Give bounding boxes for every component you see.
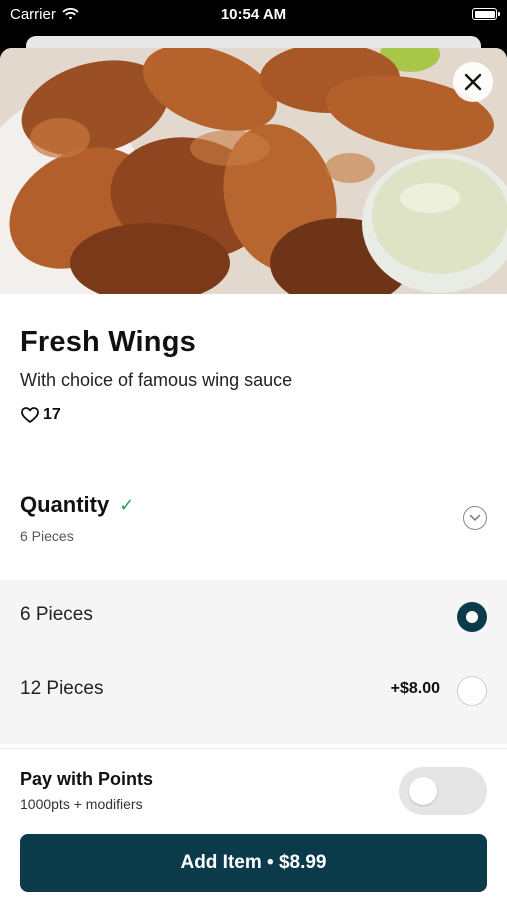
radio-selected[interactable] [457,602,487,632]
points-toggle[interactable] [399,767,487,815]
quantity-title: Quantity [20,492,110,517]
quantity-summary: 6 Pieces [20,528,74,544]
battery-icon [472,8,500,20]
add-item-button[interactable]: Add Item • $8.99 [20,834,487,892]
like-count: 17 [43,406,61,423]
option-12-pieces[interactable]: 12 Pieces +$8.00 [0,654,507,728]
radio-unselected[interactable] [457,676,487,706]
collapse-button[interactable] [463,506,487,530]
points-title: Pay with Points [20,769,154,789]
close-icon [464,73,482,91]
points-subtitle: 1000pts + modifiers [20,796,143,812]
item-description: With choice of famous wing sauce [20,370,293,390]
item-title: Fresh Wings [20,326,196,358]
like-button[interactable]: 17 [20,406,61,424]
chevron-down-icon [469,514,481,521]
item-image [0,48,507,294]
close-button[interactable] [453,62,493,102]
checkmark-icon: ✓ [119,494,135,515]
pay-with-points-section: Pay with Points 1000pts + modifiers [0,748,507,829]
quantity-options: 6 Pieces 12 Pieces +$8.00 [0,580,507,744]
quantity-header: Quantity ✓ [20,492,134,518]
option-label: 6 Pieces [20,604,93,625]
status-bar: Carrier 10:54 AM [0,0,507,30]
item-detail-sheet: Fresh Wings With choice of famous wing s… [0,48,507,900]
option-price: +$8.00 [390,680,440,697]
quantity-section: Quantity ✓ 6 Pieces [0,488,507,578]
status-time: 10:54 AM [220,6,287,23]
toggle-knob [409,777,437,805]
option-6-pieces[interactable]: 6 Pieces [0,580,507,654]
heart-icon [21,407,39,423]
option-label: 12 Pieces [20,678,104,699]
